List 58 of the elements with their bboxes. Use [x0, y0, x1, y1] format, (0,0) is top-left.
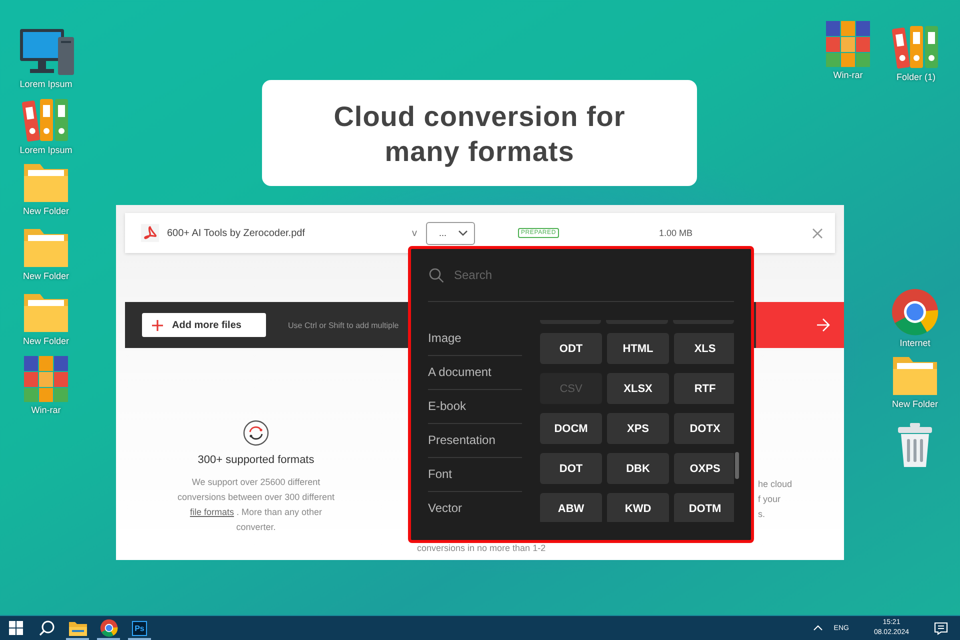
search-icon	[429, 268, 444, 282]
search-icon[interactable]	[38, 620, 54, 636]
file-size: 1.00 MB	[658, 228, 692, 238]
feature-description: We support over 25600 different conversions between over 300 different file formats . More than any other converter.	[176, 476, 336, 534]
arrow-right-icon	[816, 318, 830, 332]
format-button[interactable]: HTML	[607, 333, 670, 364]
format-select[interactable]: ...	[426, 222, 475, 244]
pdf-icon	[141, 224, 159, 242]
category-item[interactable]: E-book	[428, 389, 522, 423]
category-item[interactable]: Vector	[428, 491, 522, 525]
windows-logo-icon[interactable]	[8, 621, 22, 635]
archive-icon	[825, 20, 871, 68]
caret-up-icon[interactable]	[812, 625, 823, 631]
notification-icon[interactable]	[934, 622, 948, 634]
scrollbar-thumb[interactable]	[735, 452, 739, 479]
plus-icon	[152, 320, 163, 330]
running-indicator	[97, 638, 120, 640]
format-button[interactable]: XPS	[607, 413, 670, 444]
hint-text: Use Ctrl or Shift to add multiple	[288, 320, 399, 330]
format-button[interactable]: DOTM	[674, 493, 734, 522]
running-indicator	[66, 638, 89, 640]
format-button[interactable]: DOTX	[674, 413, 734, 444]
feature-description: s.	[758, 508, 766, 521]
format-button[interactable]: KWD	[607, 493, 670, 522]
sync-icon	[243, 420, 269, 446]
category-item[interactable]: A document	[428, 355, 522, 389]
format-button[interactable]: OXPS	[674, 453, 734, 484]
trash-icon	[895, 422, 935, 468]
version-label: v	[412, 228, 418, 238]
close-icon[interactable]	[812, 228, 823, 238]
format-button[interactable]: DOT	[540, 453, 602, 484]
headline-text: many formats	[384, 135, 574, 169]
file-name: 600+ AI Tools by Zerocoder.pdf	[167, 228, 306, 238]
file-formats-link[interactable]: file formats	[190, 507, 234, 517]
format-button[interactable]: XLSX	[607, 373, 670, 404]
headline-text: Cloud conversion for	[334, 100, 626, 134]
category-item[interactable]: Image	[428, 322, 522, 355]
format-button[interactable]: ABW	[540, 493, 602, 522]
running-indicator	[128, 638, 151, 640]
format-button[interactable]: XLS	[674, 333, 734, 364]
feature-description: he cloud	[758, 478, 792, 491]
format-button[interactable]: RTF	[674, 373, 734, 404]
search-field[interactable]: Search	[452, 267, 656, 283]
archive-icon	[23, 355, 69, 403]
format-button[interactable]: ODT	[540, 333, 602, 364]
browser-icon	[891, 288, 939, 336]
browser-icon[interactable]	[100, 619, 118, 637]
feature-description: conversions in no more than 1-2	[417, 542, 547, 555]
photoshop-app-icon[interactable]: Ps	[132, 620, 147, 636]
feature-title: 300+ supported formats	[198, 454, 314, 466]
category-item[interactable]: Font	[428, 457, 522, 491]
folder-icon[interactable]	[68, 620, 86, 636]
category-item[interactable]: Presentation	[428, 423, 522, 457]
format-button[interactable]: DBK	[607, 453, 670, 484]
feature-description: f your	[758, 493, 782, 506]
chevron-down-icon	[458, 230, 468, 236]
format-button[interactable]: DOCM	[540, 413, 602, 444]
add-files-button[interactable]: Add more files	[142, 313, 266, 337]
